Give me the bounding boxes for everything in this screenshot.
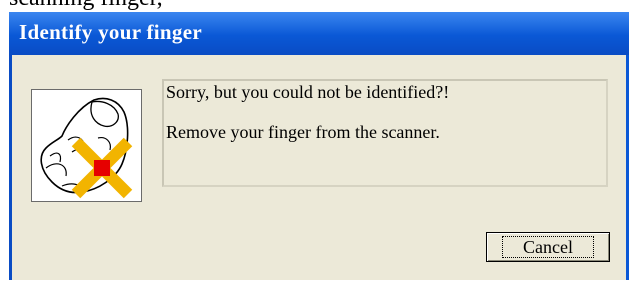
error-message: Sorry, but you could not be identified?! <box>166 82 450 102</box>
dialog-body: Sorry, but you could not be identified?!… <box>12 55 626 280</box>
fingerprint-failed-icon <box>31 89 142 202</box>
cancel-button-label: Cancel <box>502 236 594 258</box>
identify-finger-dialog: Identify your finger Sorry, but you coul… <box>9 12 629 280</box>
dialog-title: Identify your finger <box>19 20 202 44</box>
title-bar[interactable]: Identify your finger <box>9 12 629 55</box>
cancel-button[interactable]: Cancel <box>486 232 610 262</box>
message-panel: Sorry, but you could not be identified?!… <box>162 79 608 187</box>
finger-illustration <box>40 97 133 199</box>
page-text-fragment: scanning finger, <box>9 0 163 12</box>
instruction-message: Remove your finger from the scanner. <box>166 122 440 142</box>
